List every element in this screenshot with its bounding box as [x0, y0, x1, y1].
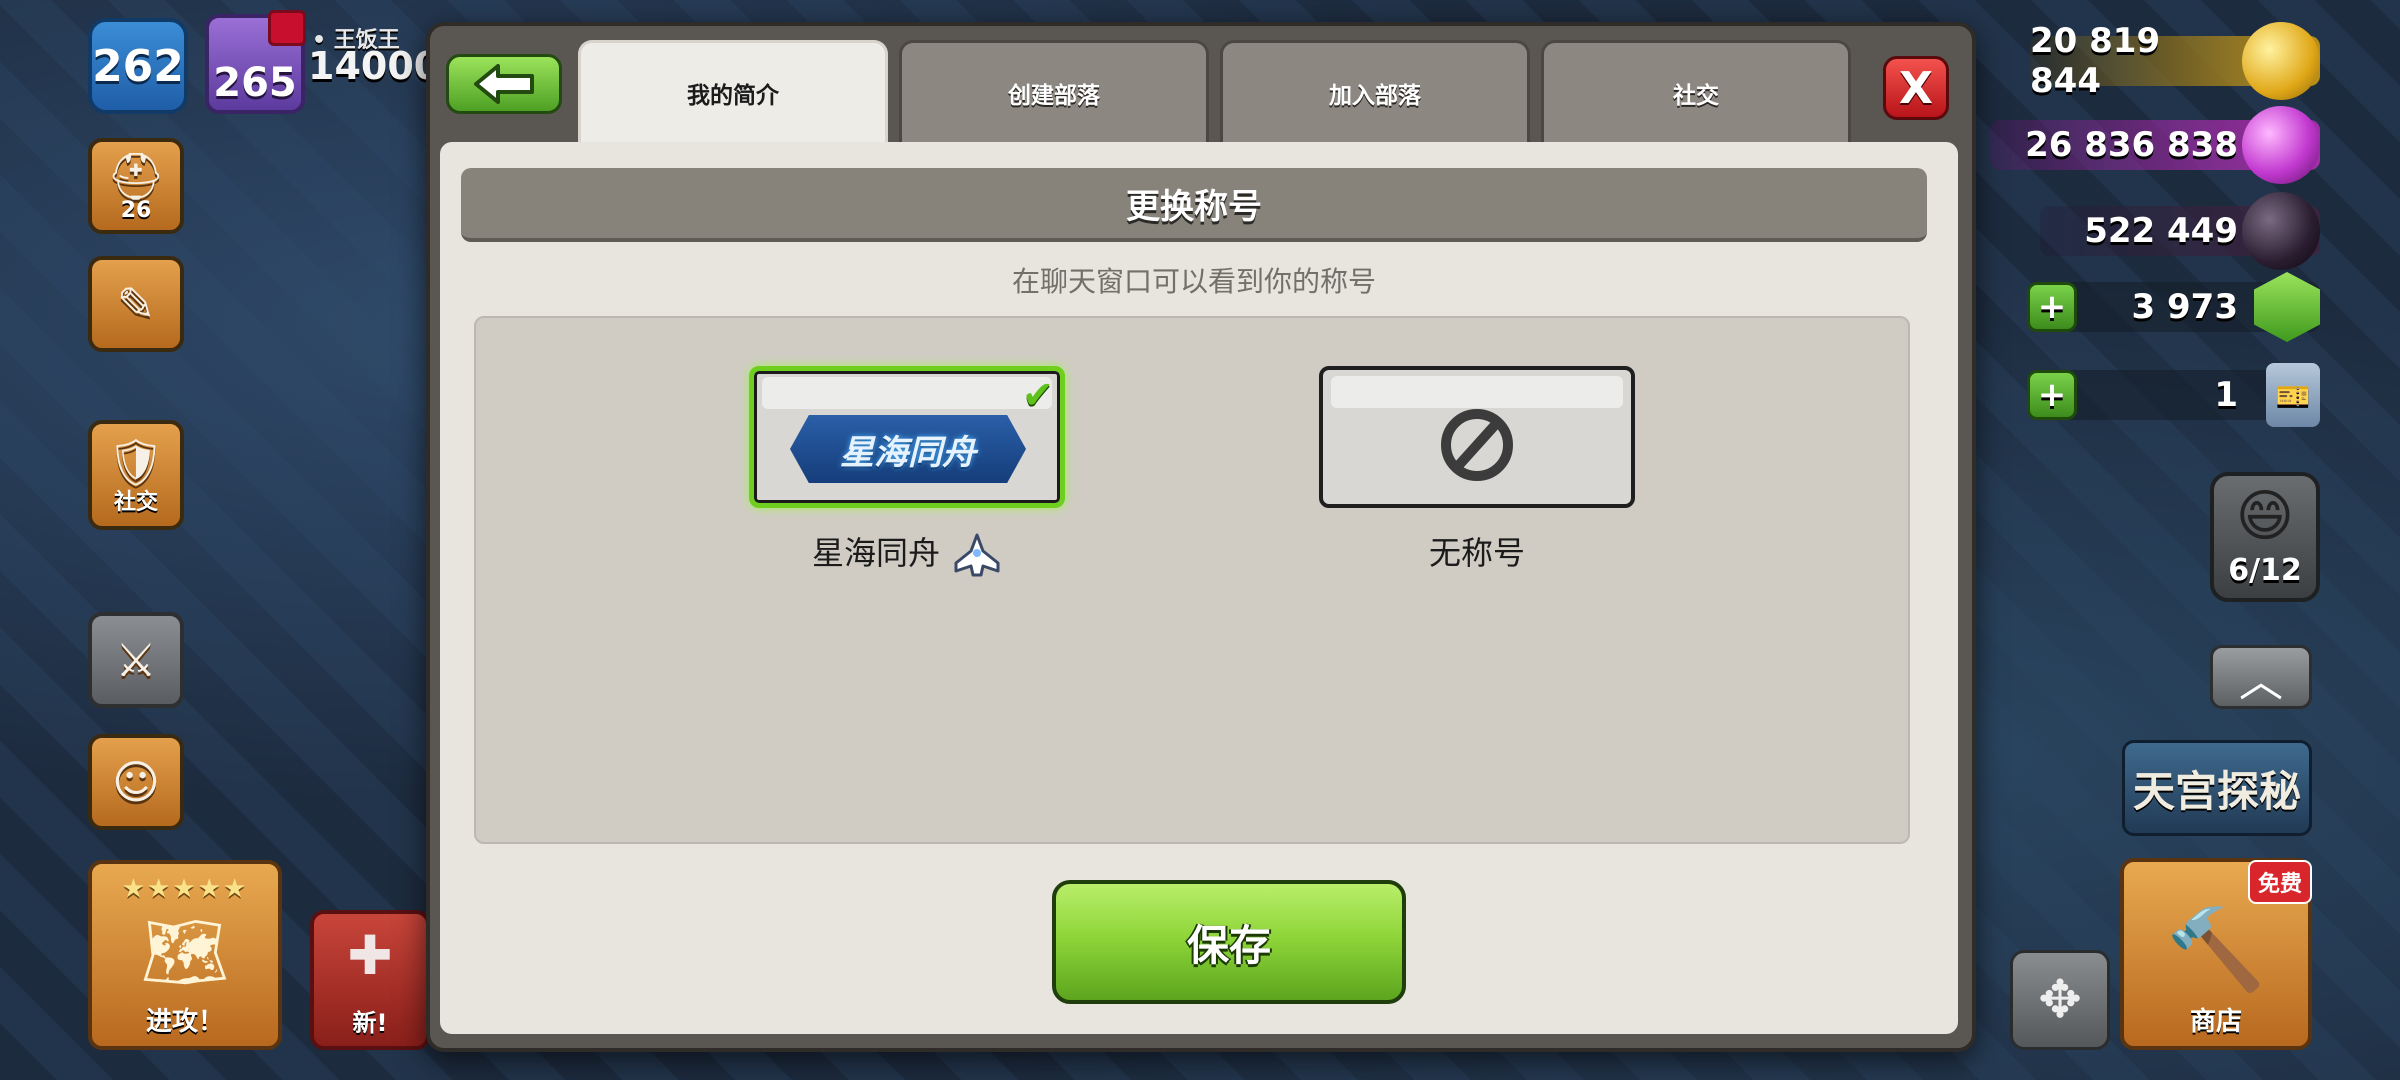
builder-face-icon: 😄 — [2235, 484, 2295, 549]
social-button[interactable]: 🛡 社交 — [88, 420, 184, 530]
war-button[interactable]: ⚔ — [88, 612, 184, 708]
map-icon: 🗺 — [140, 911, 230, 993]
tab-label: 社交 — [1673, 82, 1719, 109]
close-button[interactable]: X — [1883, 56, 1949, 120]
builders-button[interactable]: 😄 6/12 — [2210, 472, 2320, 602]
section-subtitle: 在聊天窗口可以看到你的称号 — [1011, 265, 1376, 298]
elixir-counter: 26 836 838 — [1990, 106, 2320, 184]
title-option-none[interactable] — [1319, 366, 1635, 508]
edit-layout-button[interactable]: ✥ — [2010, 950, 2110, 1050]
barbarian-button[interactable]: ☺ — [88, 734, 184, 830]
tab-my-profile[interactable]: 我的简介 — [578, 40, 888, 142]
social-label: 社交 — [113, 489, 158, 515]
notification-badge — [268, 10, 306, 46]
builders-count: 6/12 — [2228, 553, 2302, 588]
ticket-icon: 🎫 — [2266, 363, 2320, 427]
title-option-star-sea[interactable]: 星海同舟 ✔ — [749, 366, 1065, 508]
helmet-icon: ⛑ — [106, 149, 166, 203]
gold-counter: 20 819 844 — [2030, 21, 2320, 101]
free-badge: 免费 — [2247, 860, 2312, 904]
title-banner-text: 星海同舟 — [840, 432, 976, 473]
event-label: 天宫探秘 — [2132, 766, 2301, 816]
close-icon: X — [1899, 62, 1933, 114]
medical-shield-icon: ✚ — [347, 924, 393, 987]
spaceship-icon — [954, 533, 1000, 577]
prohibited-icon — [1441, 409, 1513, 482]
crossed-swords-icon: ⚔ — [115, 633, 157, 687]
troops-button[interactable]: ⛑ 26 — [88, 138, 184, 234]
pass-counter: + 1 🎫 — [2027, 363, 2320, 427]
title-label-star-sea: 星海同舟 — [749, 528, 1065, 577]
shield-chat-icon: 🛡 — [106, 434, 166, 489]
hammer-coins-icon: 🔨 — [2166, 903, 2266, 996]
dark-elixir-value: 522 449 — [2084, 211, 2238, 251]
experience-level-badge[interactable]: 262 — [88, 18, 188, 114]
tab-social[interactable]: 社交 — [1541, 40, 1851, 142]
gold-coin-icon — [2242, 22, 2320, 100]
save-label: 保存 — [1186, 920, 1271, 970]
tab-label: 加入部落 — [1329, 82, 1421, 109]
tab-label: 我的简介 — [687, 82, 779, 109]
elixir-value: 26 836 838 — [2025, 125, 2238, 165]
barbarian-icon: ☺ — [112, 755, 160, 809]
tab-label: 创建部落 — [1008, 82, 1100, 109]
titles-list-panel — [474, 316, 1910, 844]
tab-create-clan[interactable]: 创建部落 — [899, 40, 1209, 142]
gem-icon — [2254, 272, 2320, 342]
dark-elixir-drop-icon — [2242, 192, 2320, 270]
back-button[interactable] — [446, 54, 562, 114]
add-pass-button[interactable]: + — [2027, 370, 2077, 420]
title-label-none: 无称号 — [1428, 534, 1525, 572]
elixir-drop-icon — [2242, 106, 2320, 184]
shop-button[interactable]: 免费 🔨 商店 — [2120, 858, 2312, 1050]
attack-label: 进攻！ — [145, 1007, 224, 1037]
checkmark-icon: ✔ — [1022, 373, 1054, 417]
save-button[interactable]: 保存 — [1052, 880, 1406, 1004]
section-title: 更换称号 — [461, 168, 1927, 242]
expand-button[interactable]: ︿ — [2210, 645, 2312, 709]
attack-button[interactable]: ★★★★★ 🗺 进攻！ — [88, 860, 282, 1050]
new-label: 新! — [352, 1009, 388, 1037]
dark-elixir-counter: 522 449 — [2040, 192, 2320, 270]
arrow-left-icon — [474, 64, 534, 104]
pass-value: 1 — [2214, 375, 2238, 415]
chevron-up-icon: ︿ — [2239, 656, 2283, 707]
troops-count: 26 — [120, 198, 152, 223]
add-gems-button[interactable]: + — [2027, 282, 2077, 332]
town-hall-level-value: 265 — [213, 60, 297, 106]
news-button[interactable]: ✎ — [88, 256, 184, 352]
move-hand-icon: ✥ — [2038, 970, 2082, 1030]
new-feature-button[interactable]: ✚ 新! — [310, 910, 430, 1050]
shop-label: 商店 — [2189, 1007, 2242, 1037]
gem-counter: + 3 973 — [2027, 272, 2320, 342]
event-button[interactable]: 天宫探秘 — [2122, 740, 2312, 836]
title-banner: 星海同舟 — [790, 415, 1026, 483]
gold-value: 20 819 844 — [2030, 21, 2161, 101]
section-title-text: 更换称号 — [1126, 186, 1262, 227]
attack-stars: ★★★★★ — [121, 874, 249, 904]
tab-join-clan[interactable]: 加入部落 — [1220, 40, 1530, 142]
experience-level-value: 262 — [92, 40, 184, 92]
gem-value: 3 973 — [2131, 287, 2238, 327]
scroll-icon: ✎ — [116, 277, 156, 331]
